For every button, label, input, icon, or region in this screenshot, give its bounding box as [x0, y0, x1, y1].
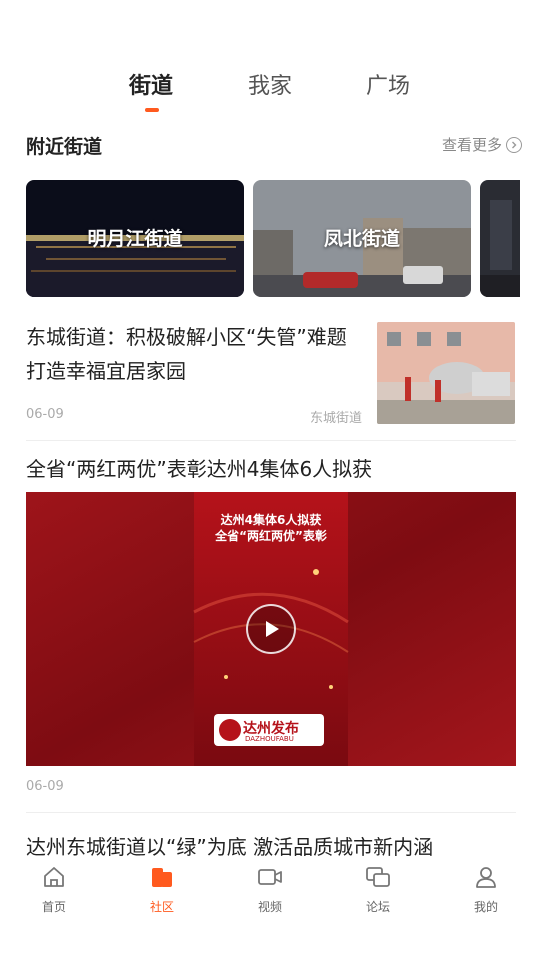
street-card-mingyuejiang[interactable]: 明月江街道 [26, 180, 244, 297]
article-date: 06-09 [26, 407, 64, 422]
nav-video[interactable]: 视频 [230, 864, 310, 915]
nav-community[interactable]: 社区 [122, 864, 202, 915]
nearby-streets-header: 附近街道 查看更多 [26, 132, 522, 160]
see-more-label: 查看更多 [441, 136, 502, 154]
play-icon [266, 621, 279, 637]
concrete-truck-image [377, 322, 515, 424]
tab-plaza[interactable]: 广场 [366, 68, 410, 100]
video-caption-line2: 全省“两红两优”表彰 [215, 529, 327, 543]
nav-forum[interactable]: 论坛 [338, 864, 418, 915]
profile-icon [476, 867, 496, 888]
street-card-partial[interactable] [480, 180, 520, 297]
nav-label: 社区 [149, 900, 174, 914]
article-title: 东城街道：积极破解小区“失管”难题 打造幸福宜居家园 [26, 325, 347, 383]
tab-my-home[interactable]: 我家 [248, 68, 292, 100]
nav-label: 我的 [473, 900, 498, 914]
bottom-navigation: 首页 社区 视频 论坛 我的 [0, 858, 540, 928]
active-tab-indicator [145, 108, 159, 112]
article-thumbnail[interactable] [377, 322, 515, 424]
divider [26, 440, 516, 441]
street-card-label: 明月江街道 [87, 228, 183, 250]
article-title: 全省“两红两优”表彰达州4集体6人拟获 [26, 457, 373, 481]
news-article-2[interactable]: 全省“两红两优”表彰达州4集体6人拟获 [26, 452, 516, 486]
city-night-image [480, 180, 520, 297]
chevron-right-circle-icon [506, 136, 522, 153]
street-card-label: 凤北街道 [323, 228, 400, 250]
divider [26, 812, 516, 813]
home-icon [44, 867, 64, 887]
see-more-link[interactable]: 查看更多 [442, 134, 522, 155]
community-icon [152, 868, 172, 887]
article-date: 06-09 [26, 779, 64, 794]
street-card-fengbei[interactable]: 凤北街道 [253, 180, 471, 297]
nav-label: 视频 [257, 900, 282, 914]
section-title: 附近街道 [26, 136, 103, 158]
play-button[interactable] [246, 604, 296, 654]
news-article-1[interactable]: 东城街道：积极破解小区“失管”难题 打造幸福宜居家园 [26, 320, 366, 388]
video-icon [258, 869, 282, 885]
tab-street[interactable]: 街道 [129, 68, 173, 100]
video-logo-subtext: DAZHOUFABU [245, 735, 294, 743]
video-caption-line1: 达州4集体6人拟获 [220, 513, 322, 527]
article-source: 东城街道 [310, 411, 363, 426]
nav-label: 论坛 [365, 900, 390, 914]
nav-home[interactable]: 首页 [14, 864, 94, 915]
forum-icon [366, 867, 390, 887]
nav-label: 首页 [41, 900, 66, 914]
nav-profile[interactable]: 我的 [446, 864, 526, 915]
top-tab-bar: 街道 我家 广场 [0, 64, 540, 114]
